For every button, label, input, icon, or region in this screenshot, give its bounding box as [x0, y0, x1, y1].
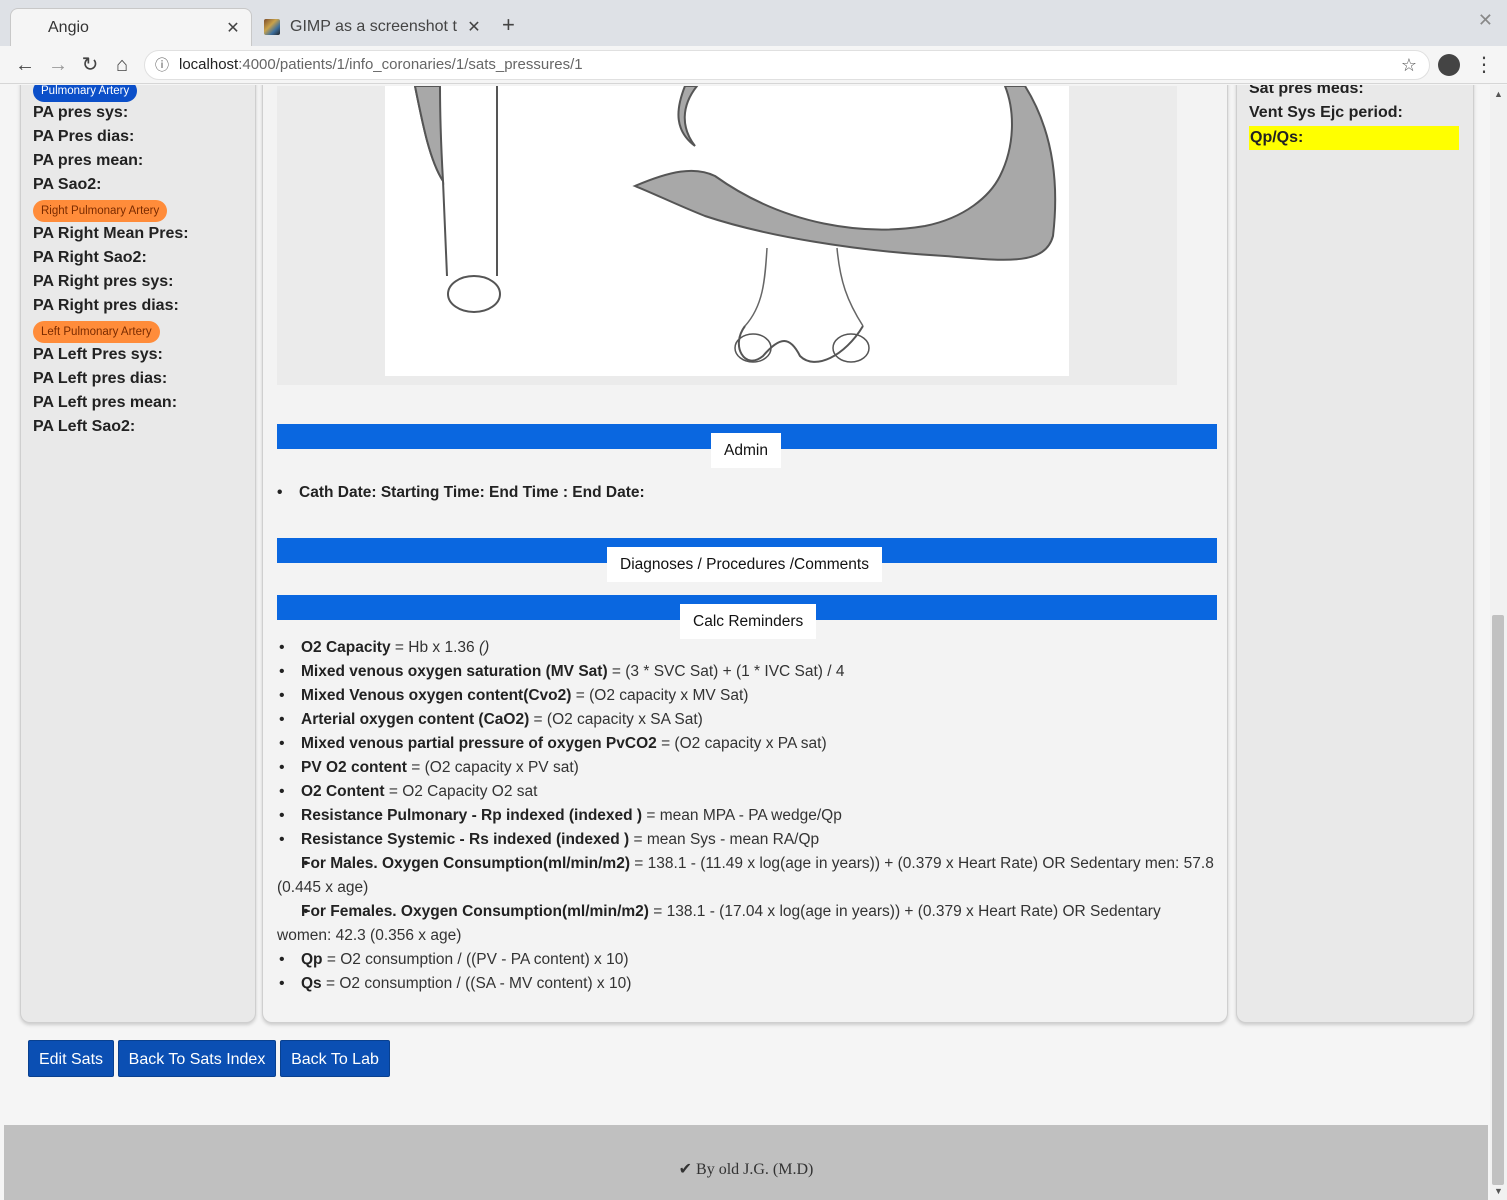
field-qp-qs: Qp/Qs: — [1249, 126, 1459, 150]
check-icon: ✔ — [678, 1161, 693, 1178]
field-pa-pres-mean: PA pres mean: — [33, 152, 144, 169]
info-icon[interactable]: ⓘ — [155, 51, 173, 79]
list-item: O2 Capacity = Hb x 1.36 () — [277, 636, 1217, 660]
field-pa-left-pres-mean: PA Left pres mean: — [33, 394, 178, 411]
list-item: PV O2 content = (O2 capacity x PV sat) — [277, 756, 1217, 780]
url-text[interactable]: localhost:4000/patients/1/info_coronarie… — [179, 51, 583, 79]
scrollbar-thumb[interactable] — [1492, 615, 1504, 1185]
field-pa-left-pres-sys: PA Left Pres sys: — [33, 346, 163, 363]
badge-right-pulmonary-artery: Right Pulmonary Artery — [33, 200, 168, 222]
admin-section-band: Admin — [277, 424, 1217, 468]
field-pa-right-mean-pres: PA Right Mean Pres: — [33, 225, 189, 242]
back-to-lab-button[interactable]: Back To Lab — [280, 1040, 390, 1077]
field-pa-left-sao2: PA Left Sao2: — [33, 418, 136, 435]
list-item: Mixed venous oxygen saturation (MV Sat) … — [277, 660, 1217, 684]
field-sat-pres-meds: Sat pres meds: — [1249, 85, 1364, 97]
field-pa-right-pres-sys: PA Right pres sys: — [33, 273, 174, 290]
new-tab-icon[interactable]: + — [502, 12, 515, 38]
tab-angio[interactable]: Angio ✕ — [10, 8, 252, 46]
field-pa-left-pres-dias: PA Left pres dias: — [33, 370, 168, 387]
reload-icon[interactable]: ↻ — [77, 52, 103, 78]
left-pressures-panel: Pulmonary Artery PA pres sys: PA Pres di… — [20, 85, 256, 1023]
calc-reminders-list: O2 Capacity = Hb x 1.36 () Mixed venous … — [277, 636, 1217, 996]
bookmark-star-icon[interactable]: ☆ — [1401, 51, 1417, 79]
page-footer: ✔ By old J.G. (M.D) — [4, 1125, 1488, 1200]
badge-pulmonary-artery: Pulmonary Artery — [33, 85, 138, 102]
forward-arrow-icon[interactable]: → — [45, 52, 71, 78]
diagnoses-section-title: Diagnoses / Procedures /Comments — [607, 547, 882, 582]
main-content-panel: Admin • Cath Date: Starting Time: End Tim… — [262, 85, 1228, 1023]
list-item: Mixed Venous oxygen content(Cvo2) = (O2 … — [277, 684, 1217, 708]
list-item: Arterial oxygen content (CaO2) = (O2 cap… — [277, 708, 1217, 732]
list-item: Mixed venous partial pressure of oxygen … — [277, 732, 1217, 756]
tab-title: Angio — [48, 18, 89, 36]
scroll-up-icon[interactable]: ▲ — [1494, 89, 1503, 99]
field-pa-pres-dias: PA Pres dias: — [33, 128, 135, 145]
back-arrow-icon[interactable]: ← — [12, 52, 38, 78]
field-vent-sys-ejc-period: Vent Sys Ejc period: — [1249, 104, 1403, 121]
field-pa-right-pres-dias: PA Right pres dias: — [33, 297, 179, 314]
field-pa-right-sao2: PA Right Sao2: — [33, 249, 147, 266]
address-bar[interactable]: ⓘ localhost:4000/patients/1/info_coronar… — [144, 50, 1430, 80]
menu-kebab-icon[interactable]: ⋮ — [1474, 52, 1494, 77]
window-close-icon[interactable]: ✕ — [1478, 10, 1493, 31]
calc-section-title: Calc Reminders — [680, 604, 817, 639]
diagnoses-section-band: Diagnoses / Procedures /Comments — [277, 538, 1217, 582]
page-scrollbar[interactable]: ▲ ▼ — [1490, 85, 1507, 1200]
tab-title: GIMP as a screenshot t — [290, 18, 457, 35]
edit-sats-button[interactable]: Edit Sats — [28, 1040, 114, 1077]
browser-toolbar: ← → ↻ ⌂ ⓘ localhost:4000/patients/1/info… — [0, 46, 1507, 84]
tab-close-icon[interactable]: ✕ — [223, 18, 243, 38]
list-item: Qs = O2 consumption / ((SA - MV content)… — [277, 972, 1217, 996]
list-item: Resistance Pulmonary - Rp indexed (index… — [277, 804, 1217, 828]
heart-diagram-container — [277, 85, 1177, 385]
page-viewport: Pulmonary Artery PA pres sys: PA Pres di… — [0, 85, 1490, 1200]
field-pa-sao2: PA Sao2: — [33, 176, 102, 193]
list-item: Qp = O2 consumption / ((PV - PA content)… — [277, 948, 1217, 972]
admin-info-line: • Cath Date: Starting Time: End Time : En… — [277, 484, 645, 501]
heart-diagram-image — [385, 85, 1069, 376]
list-item: For Males. Oxygen Consumption(ml/min/m2)… — [277, 852, 1217, 900]
admin-section-title: Admin — [711, 433, 781, 468]
tab-gimp[interactable]: GIMP as a screenshot t ✕ — [254, 8, 492, 46]
calc-section-band: Calc Reminders — [277, 595, 1217, 639]
scroll-down-icon[interactable]: ▼ — [1494, 1186, 1503, 1196]
list-item: Resistance Systemic - Rs indexed (indexe… — [277, 828, 1217, 852]
back-to-sats-index-button[interactable]: Back To Sats Index — [118, 1040, 276, 1077]
gimp-favicon-icon — [264, 19, 280, 35]
tab-close-icon[interactable]: ✕ — [464, 17, 484, 37]
browser-tab-bar: Angio ✕ GIMP as a screenshot t ✕ + ✕ — [0, 0, 1507, 46]
home-icon[interactable]: ⌂ — [109, 52, 135, 78]
list-item: For Females. Oxygen Consumption(ml/min/m… — [277, 900, 1217, 948]
footer-signature: ✔ By old J.G. (M.D) — [678, 1161, 814, 1178]
profile-avatar-icon[interactable] — [1438, 54, 1460, 76]
field-pa-pres-sys: PA pres sys: — [33, 104, 129, 121]
badge-left-pulmonary-artery: Left Pulmonary Artery — [33, 321, 160, 343]
heart-diagram-svg — [413, 85, 1057, 363]
list-item: O2 Content = O2 Capacity O2 sat — [277, 780, 1217, 804]
right-summary-panel: Sat pres meds: Vent Sys Ejc period: Qp/Q… — [1236, 85, 1474, 1023]
